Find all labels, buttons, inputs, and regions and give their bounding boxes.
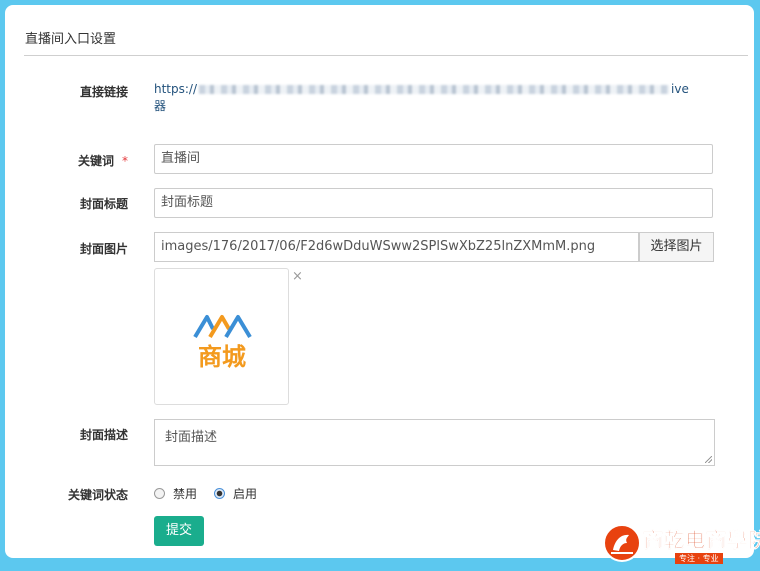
keyword-input[interactable]: 直播间 (154, 144, 713, 174)
direct-link-end: ive (671, 82, 689, 96)
blurred-url (199, 85, 670, 94)
radio-enable[interactable]: 启用 (214, 485, 257, 502)
direct-link-value[interactable]: https:// ive 器 (154, 81, 704, 115)
keyword-label-text: 关键词 (77, 154, 114, 168)
submit-button[interactable]: 提交 (154, 516, 204, 546)
logo-text: 商城 (198, 343, 246, 371)
watermark-emblem-icon (603, 524, 641, 562)
required-mark: * (122, 154, 128, 168)
cover-desc-text: 封面描述 (165, 430, 218, 445)
keyword-label: 关键词 * (8, 152, 128, 169)
settings-panel: 直播间入口设置 直接链接 https:// ive 器 关键词 * 直播间 封面标题… (5, 5, 754, 558)
direct-link-line2: 器 (154, 99, 167, 113)
cover-image-thumbnail[interactable]: 商城 (154, 268, 289, 405)
choose-image-button[interactable]: 选择图片 (639, 232, 714, 262)
resize-handle-icon[interactable] (705, 456, 712, 463)
radio-disable-circle[interactable] (154, 488, 165, 499)
radio-enable-label: 启用 (233, 487, 258, 501)
cover-desc-textarea[interactable]: 封面描述 (154, 419, 715, 466)
cover-image-path-input[interactable]: images/176/2017/06/F2d6wDduWSww2SPlSwXbZ… (154, 232, 639, 262)
horse-icon (611, 534, 633, 554)
radio-disable-label: 禁用 (173, 487, 198, 501)
radio-disable[interactable]: 禁用 (154, 485, 197, 502)
mall-logo-icon: 商城 (193, 315, 252, 371)
watermark-subtitle: 专注 · 专业 (675, 553, 723, 564)
cover-image-label: 封面图片 (79, 242, 128, 256)
watermark-title: 商乾电商學院 (643, 528, 760, 553)
page-title: 直播间入口设置 (25, 32, 117, 47)
direct-link-label: 直接链接 (79, 85, 128, 99)
cover-title-label: 封面标题 (79, 197, 128, 211)
direct-link-start: https:// (154, 82, 198, 96)
title-divider (24, 55, 748, 56)
watermark-logo: 商乾电商學院 专注 · 专业 (603, 522, 760, 567)
remove-image-icon[interactable]: × (292, 270, 303, 284)
keyword-status-label: 关键词状态 (67, 488, 128, 502)
cover-desc-label: 封面描述 (79, 428, 128, 442)
radio-enable-circle[interactable] (214, 488, 225, 499)
cover-title-input[interactable]: 封面标题 (154, 188, 713, 218)
